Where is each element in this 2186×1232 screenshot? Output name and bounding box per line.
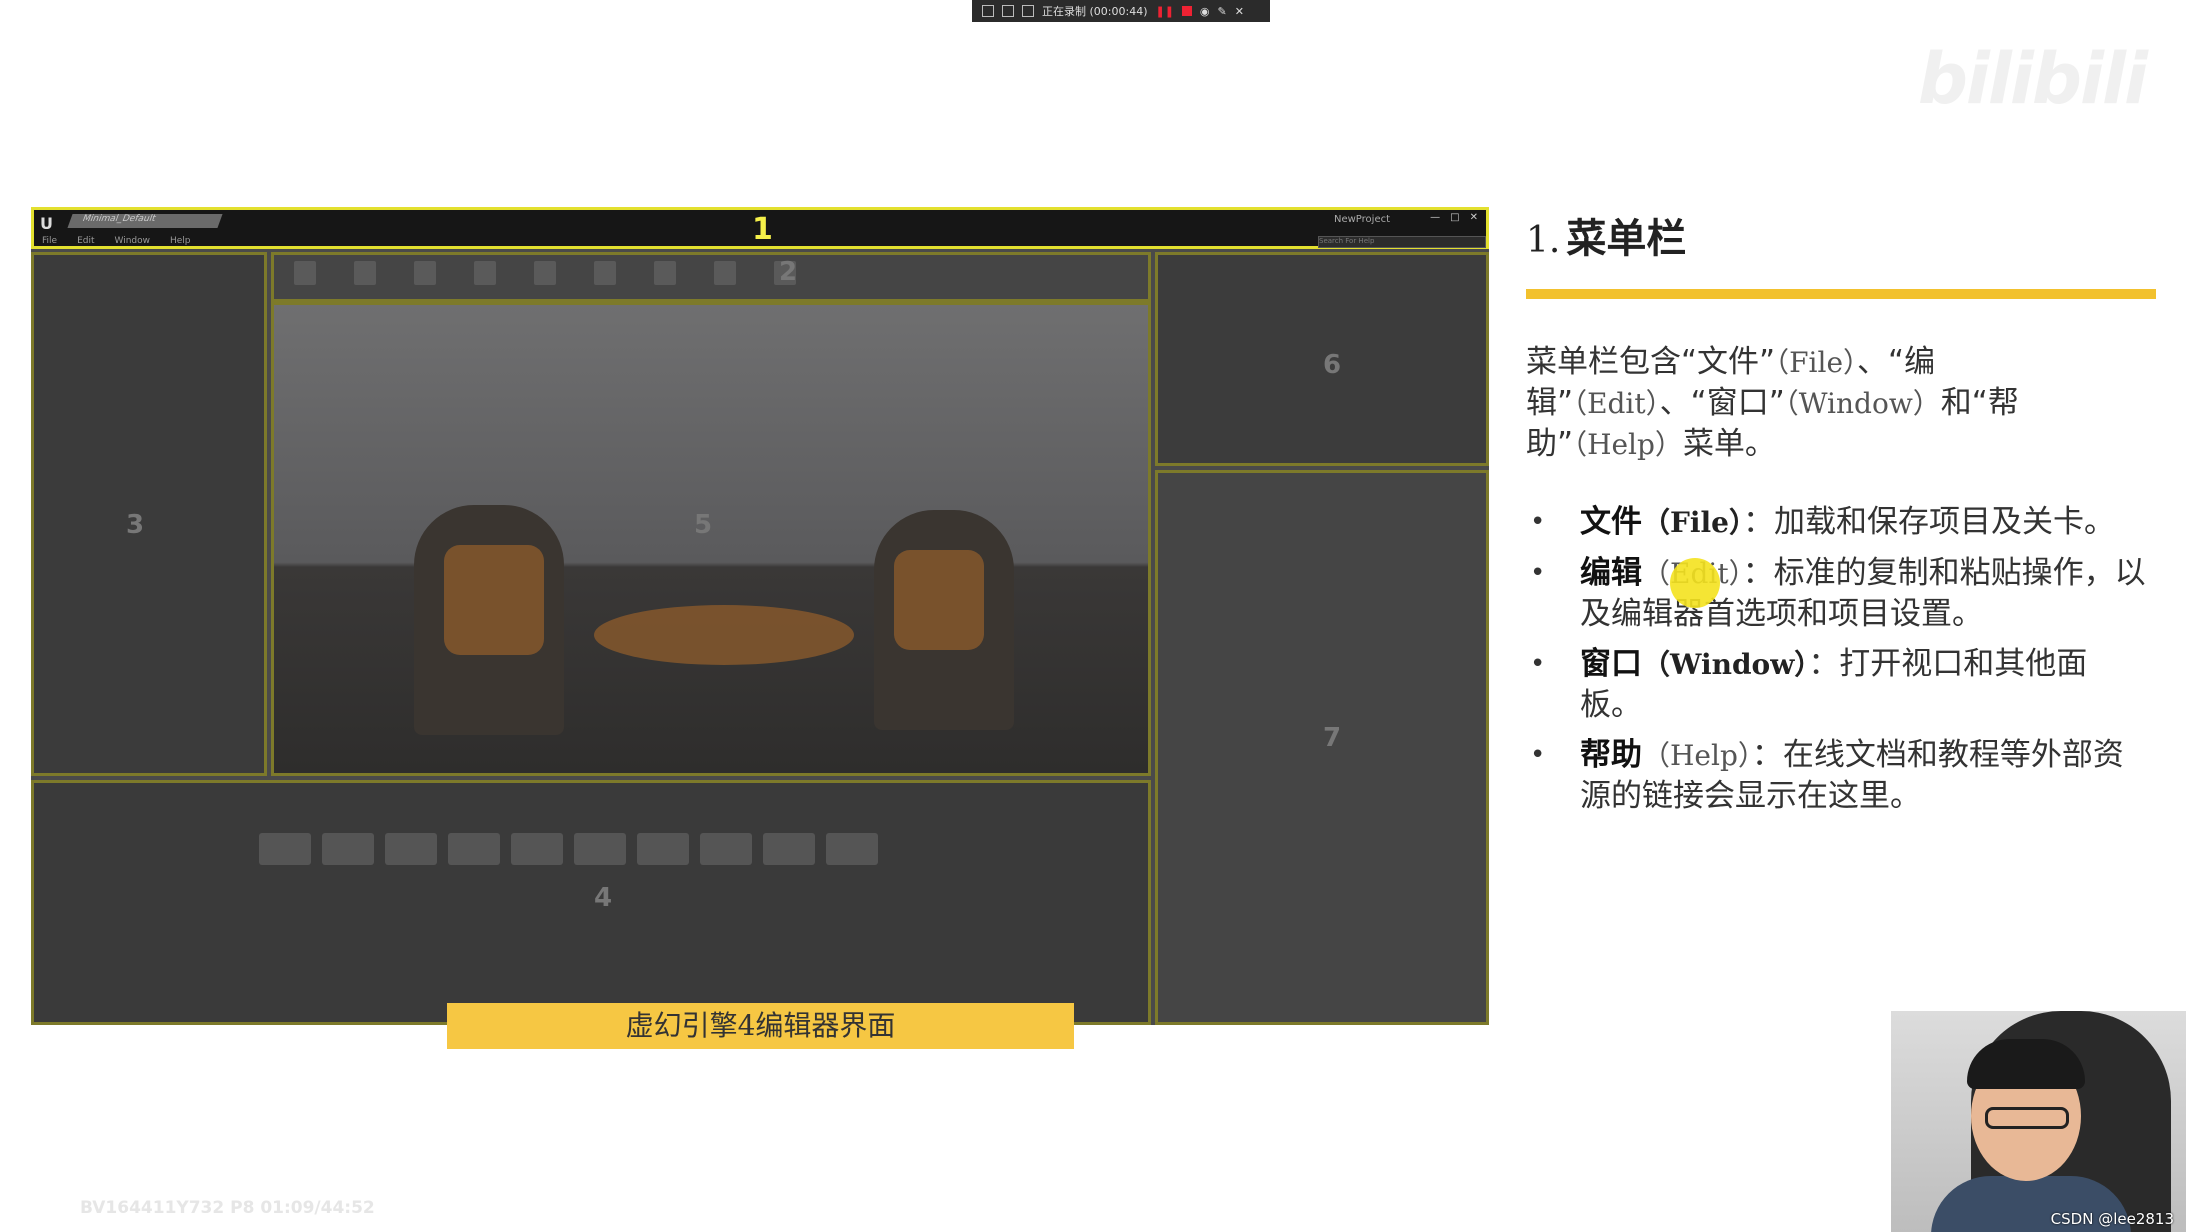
list-item: • 帮助（Help）：在线文档和教程等外部资源的链接会显示在这里。 [1530,737,2124,814]
panel-number-outliner: 6 [1323,350,1342,380]
image-caption: 虚幻引擎4编辑器界面 [447,1003,1074,1049]
unreal-logo-icon: U [40,214,53,233]
details-panel: 7 [1155,470,1489,1025]
content-browser-panel: 4 [31,780,1151,1025]
panel-number-content: 4 [594,883,613,913]
heading-underline [1526,289,2156,299]
panel-number-modes: 3 [126,510,145,540]
menu-edit: Edit [77,236,95,246]
window-controls: — □ ✕ [1430,212,1478,223]
editor-screenshot: U Minimal_Default File Edit Window Help … [31,207,1489,1025]
region-icon[interactable] [1022,5,1034,17]
panel-number-menu: 1 [752,212,773,247]
recording-status: 正在录制 (00:00:44) [1042,5,1148,18]
help-search: Search For Help [1318,236,1486,248]
viewport-panel: 5 [271,302,1151,776]
video-id: BV164411Y732 P8 01:09/44:52 [80,1198,375,1218]
toolbar-panel: 2 [271,252,1151,302]
panel-number-toolbar: 2 [779,257,798,287]
close-icon[interactable]: ✕ [1235,5,1244,18]
section-title: 菜单栏 [1566,216,1687,262]
menu-help: Help [170,236,191,246]
modes-panel: 3 [31,252,267,776]
list-item: • 文件（File）：加载和保存项目及关卡。 [1530,504,2115,540]
list-item: • 窗口（Window）：打开视口和其他面板。 [1530,646,2088,723]
editor-menu: File Edit Window Help [42,236,191,246]
camera-icon[interactable]: ◉ [1200,5,1210,18]
pen-icon[interactable]: ✎ [1218,5,1227,18]
window-icon[interactable] [1002,5,1014,17]
webcam-overlay: CSDN @lee2813 [1891,1011,2186,1232]
menu-description-list: •文件（File）：加载和保存项目及关卡。 •编辑（Edit）：标准的复制和粘贴… [1526,502,2146,826]
stop-icon[interactable] [1181,6,1192,16]
menu-icon[interactable] [982,5,994,17]
section-heading: 1. 菜单栏 [1526,206,1686,264]
pause-icon[interactable]: ❚❚ [1155,5,1173,18]
csdn-watermark: CSDN @lee2813 [2050,1210,2174,1228]
project-name: NewProject [1334,214,1391,225]
intro-paragraph: 菜单栏包含“文件”（File）、“编辑”（Edit）、“窗口”（Window）和… [1526,344,2019,462]
list-item: •编辑（Edit）：标准的复制和粘贴操作，以及编辑器首选项和项目设置。 [1530,555,2146,632]
section-number: 1. [1526,220,1561,261]
cursor-highlight [1670,558,1720,608]
panel-number-details: 7 [1323,723,1342,753]
bilibili-logo: bilibili [1917,38,2148,120]
menu-file: File [42,236,58,246]
level-tab: Minimal_Default [67,214,223,228]
world-outliner-panel: 6 [1155,252,1489,466]
editor-menu-bar: U Minimal_Default File Edit Window Help … [31,207,1489,249]
menu-window: Window [114,236,151,246]
panel-number-viewport: 5 [694,510,713,540]
recording-toolbar: 正在录制 (00:00:44) ❚❚ ◉ ✎ ✕ [972,0,1270,22]
